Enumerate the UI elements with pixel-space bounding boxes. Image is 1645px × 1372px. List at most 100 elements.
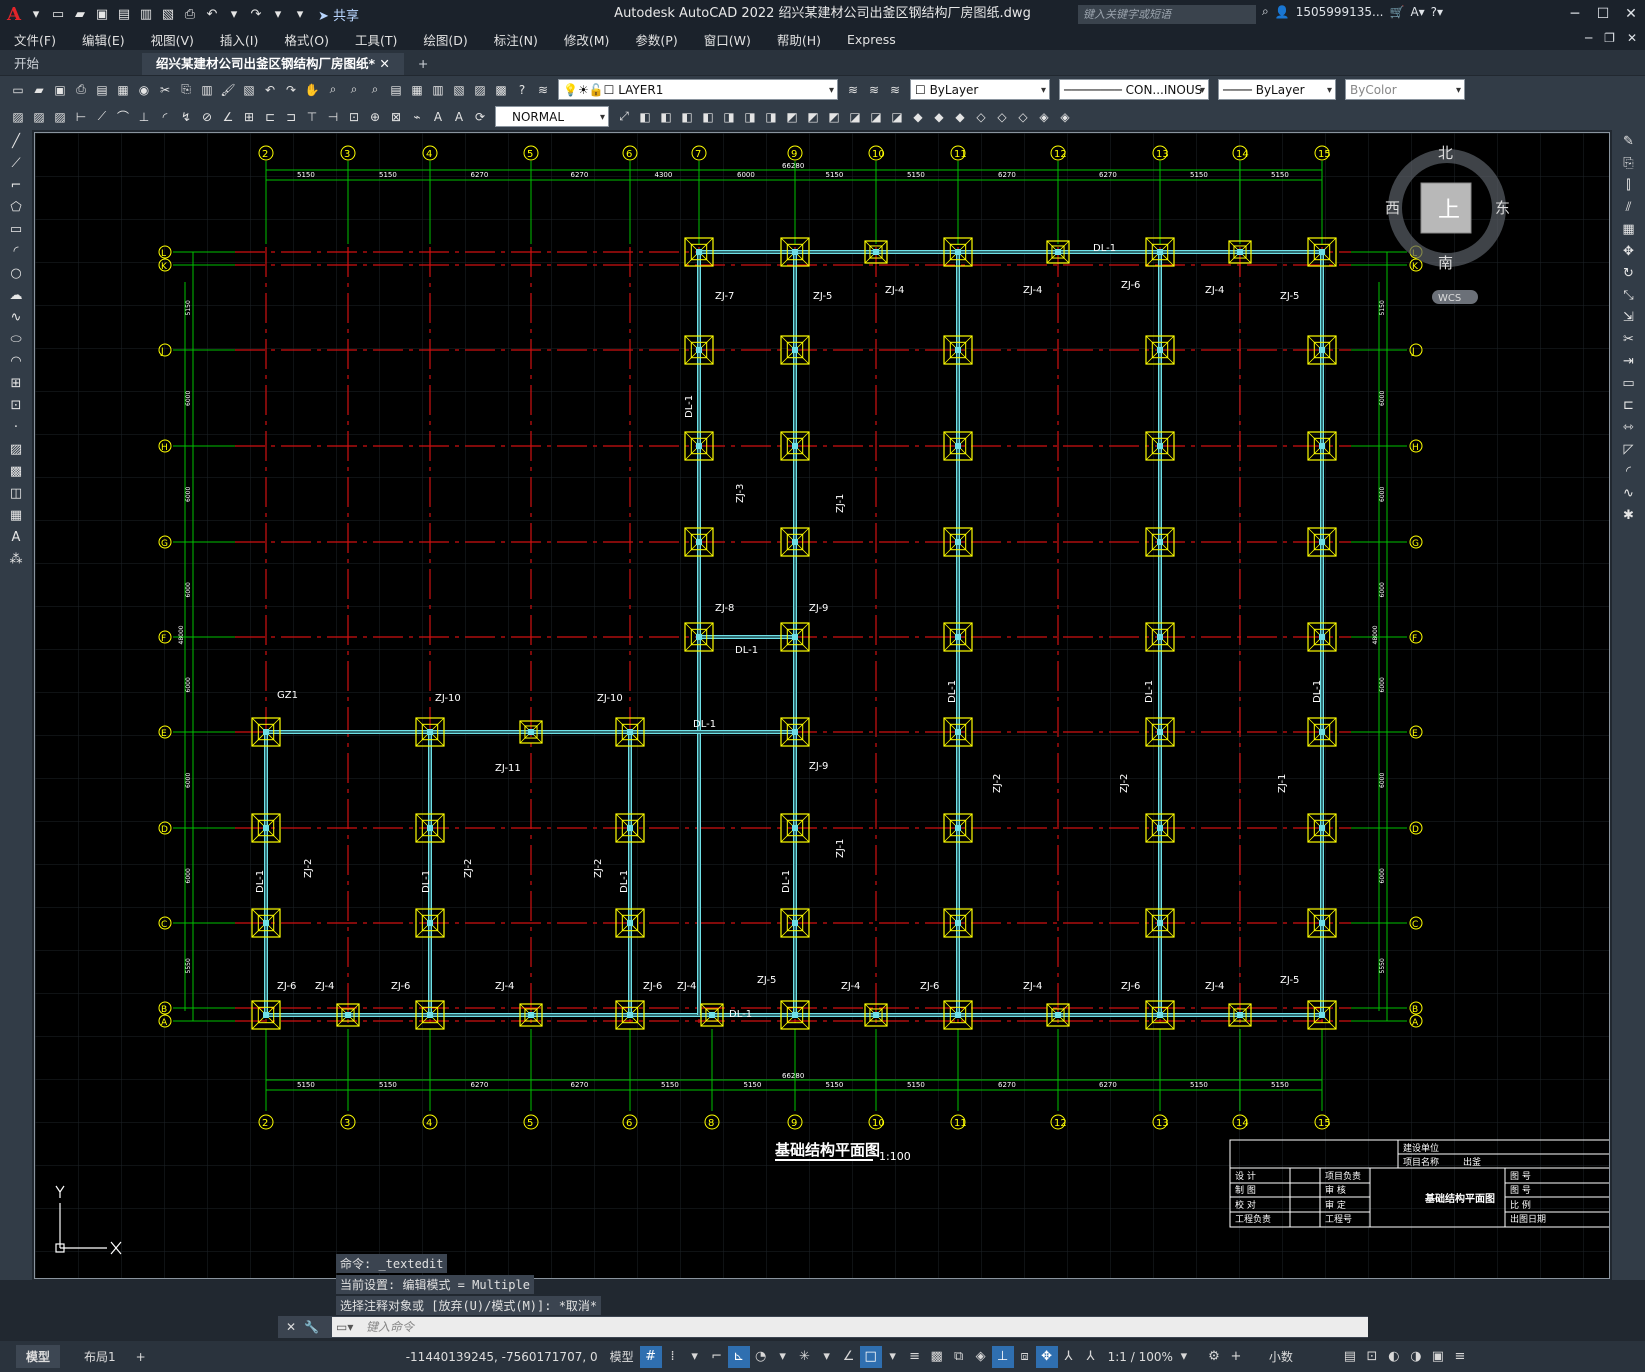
menu-parametric[interactable]: 参数(P) xyxy=(635,30,677,49)
doc-minimize-icon[interactable]: ─ xyxy=(1585,31,1592,45)
ucs-1-icon[interactable]: ◧ xyxy=(635,107,655,127)
cut-icon[interactable]: ✂ xyxy=(155,80,175,100)
view-3-icon[interactable]: ◆ xyxy=(950,107,970,127)
revision-cloud-icon[interactable]: ☁ xyxy=(4,285,28,306)
spline-icon[interactable]: ∿ xyxy=(4,307,28,328)
view-2-icon[interactable]: ◆ xyxy=(929,107,949,127)
plan-scale[interactable]: 1:100 xyxy=(879,1150,911,1163)
view-7-icon[interactable]: ◈ xyxy=(1034,107,1054,127)
ucs-7-icon[interactable]: ◨ xyxy=(761,107,781,127)
annotation-monitor-icon[interactable]: + xyxy=(1225,1346,1247,1368)
object-snap-icon[interactable]: □ xyxy=(859,1345,882,1368)
color-dropdown[interactable]: ☐ ByLayer xyxy=(910,79,1050,101)
line-icon[interactable]: ╱ xyxy=(4,131,28,152)
foundation-plan-drawing[interactable]: 5150 5150 6270 6270 4300 6000 5150 5150 6270 6270… xyxy=(35,133,1610,1279)
undo-icon[interactable]: ↶ xyxy=(260,80,280,100)
polar-icon[interactable]: ◔ xyxy=(750,1346,772,1368)
copy-icon[interactable]: ⎘ xyxy=(176,80,196,100)
app-menu-logo-icon[interactable]: A xyxy=(4,4,24,25)
menu-modify[interactable]: 修改(M) xyxy=(564,30,610,49)
zoom-realtime-icon[interactable]: ⌕ xyxy=(323,80,343,100)
view-6-icon[interactable]: ◇ xyxy=(1013,107,1033,127)
dynamic-ucs-icon[interactable]: ⊥ xyxy=(991,1345,1014,1368)
jogged-linear-icon[interactable]: ⌁ xyxy=(407,107,427,127)
plot-icon[interactable]: ⎙ xyxy=(180,4,200,24)
infer-constraints-icon[interactable]: ⌐ xyxy=(706,1346,728,1368)
open-file-icon[interactable]: ▰ xyxy=(70,4,90,24)
make-current-layer-icon[interactable]: ≋ xyxy=(843,80,863,100)
sheet-set-icon[interactable]: ▧ xyxy=(449,80,469,100)
dim-edit-icon[interactable]: A xyxy=(428,107,448,127)
snap-dropdown-icon[interactable]: ▾ xyxy=(684,1346,706,1368)
ucs-10-icon[interactable]: ◩ xyxy=(824,107,844,127)
save-icon[interactable]: ▣ xyxy=(92,4,112,24)
center-mark-icon[interactable]: ⊕ xyxy=(365,107,385,127)
array-icon[interactable]: ▦ xyxy=(1617,219,1641,240)
linetype-dropdown[interactable]: ──────── CON...INOUS xyxy=(1059,79,1209,101)
annotation-scale[interactable]: 1:1 / 100% xyxy=(1108,1350,1173,1364)
dim-diameter-icon[interactable]: ⊘ xyxy=(197,107,217,127)
move-icon[interactable]: ✥ xyxy=(1617,241,1641,262)
minimize-icon[interactable]: ─ xyxy=(1561,0,1589,28)
units-dropdown[interactable]: 小数 xyxy=(1269,1348,1339,1365)
wcs-label[interactable]: WCS xyxy=(1438,293,1461,304)
ucs-6-icon[interactable]: ◨ xyxy=(740,107,760,127)
construction-line-icon[interactable]: ⟋ xyxy=(4,153,28,174)
zoom-window-icon[interactable]: ⌕ xyxy=(344,80,364,100)
new-file-icon[interactable]: ▭ xyxy=(48,4,68,24)
transparency-icon[interactable]: ▩ xyxy=(926,1346,948,1368)
pan-icon[interactable]: ✋ xyxy=(302,80,322,100)
menu-view[interactable]: 视图(V) xyxy=(151,30,194,49)
selection-filter-icon[interactable]: ⧈ xyxy=(1014,1346,1036,1368)
menu-edit[interactable]: 编辑(E) xyxy=(82,30,125,49)
doc-close-icon[interactable]: ✕ xyxy=(1627,31,1637,45)
polygon-icon[interactable]: ⬠ xyxy=(4,197,28,218)
dim-jogged-icon[interactable]: ↯ xyxy=(176,107,196,127)
polyline-icon[interactable]: ⌐ xyxy=(4,175,28,196)
polar-dropdown-icon[interactable]: ▾ xyxy=(772,1346,794,1368)
command-customize-icon[interactable]: 🔧 xyxy=(304,1320,319,1334)
app-menu-dropdown-icon[interactable]: ▾ xyxy=(26,4,46,24)
object-snap-tracking-icon[interactable]: ∠ xyxy=(838,1346,860,1368)
plan-title[interactable]: 基础结构平面图 xyxy=(774,1141,880,1159)
dim-style-icon[interactable]: ⤢ xyxy=(614,107,634,127)
save-icon[interactable]: ▣ xyxy=(50,80,70,100)
user-icon[interactable]: 👤 xyxy=(1275,5,1290,19)
design-center-icon[interactable]: ▦ xyxy=(407,80,427,100)
erase-icon[interactable]: ✎ xyxy=(1617,131,1641,152)
break-icon[interactable]: ⊏ xyxy=(1617,395,1641,416)
insert-block-icon[interactable]: ⊞ xyxy=(4,373,28,394)
customization-icon[interactable]: ≡ xyxy=(1449,1346,1471,1368)
maximize-icon[interactable]: ☐ xyxy=(1589,0,1617,28)
lock-ui-icon[interactable]: ⊡ xyxy=(1361,1346,1383,1368)
doc-restore-icon[interactable]: ❐ xyxy=(1604,31,1615,45)
dim-break-icon[interactable]: ⊣ xyxy=(323,107,343,127)
view-1-icon[interactable]: ◆ xyxy=(908,107,928,127)
ucs-8-icon[interactable]: ◩ xyxy=(782,107,802,127)
join-icon[interactable]: ⇿ xyxy=(1617,417,1641,438)
mirror-icon[interactable]: ⫿ xyxy=(1617,175,1641,196)
stretch-icon[interactable]: ⇲ xyxy=(1617,307,1641,328)
tool-c-icon[interactable]: ▨ xyxy=(50,107,70,127)
dimstyle-dropdown[interactable]: NORMAL xyxy=(495,106,609,128)
menu-format[interactable]: 格式(O) xyxy=(284,30,329,49)
ellipse-icon[interactable]: ⬭ xyxy=(4,329,28,350)
grid-icon[interactable]: # xyxy=(639,1345,662,1368)
paste-icon[interactable]: ▥ xyxy=(197,80,217,100)
command-input[interactable]: 键入命令 xyxy=(332,1317,1368,1337)
region-icon[interactable]: ◫ xyxy=(4,483,28,504)
ucs-12-icon[interactable]: ◪ xyxy=(866,107,886,127)
ucs-11-icon[interactable]: ◪ xyxy=(845,107,865,127)
ucs-2-icon[interactable]: ◧ xyxy=(656,107,676,127)
osnap-dropdown-icon[interactable]: ▾ xyxy=(882,1346,904,1368)
dim-arc-icon[interactable]: ⌒ xyxy=(113,107,133,127)
break-point-icon[interactable]: ▭ xyxy=(1617,373,1641,394)
new-icon[interactable]: ▭ xyxy=(8,80,28,100)
help-icon[interactable]: ?▾ xyxy=(1431,5,1443,19)
search-icon[interactable]: ⌕ xyxy=(1262,4,1269,19)
ucs-9-icon[interactable]: ◩ xyxy=(803,107,823,127)
dim-baseline-icon[interactable]: ⊏ xyxy=(260,107,280,127)
menu-insert[interactable]: 插入(I) xyxy=(220,30,258,49)
tab-model[interactable]: 模型 xyxy=(16,1345,61,1368)
add-selected-icon[interactable]: ⁂ xyxy=(4,549,28,570)
